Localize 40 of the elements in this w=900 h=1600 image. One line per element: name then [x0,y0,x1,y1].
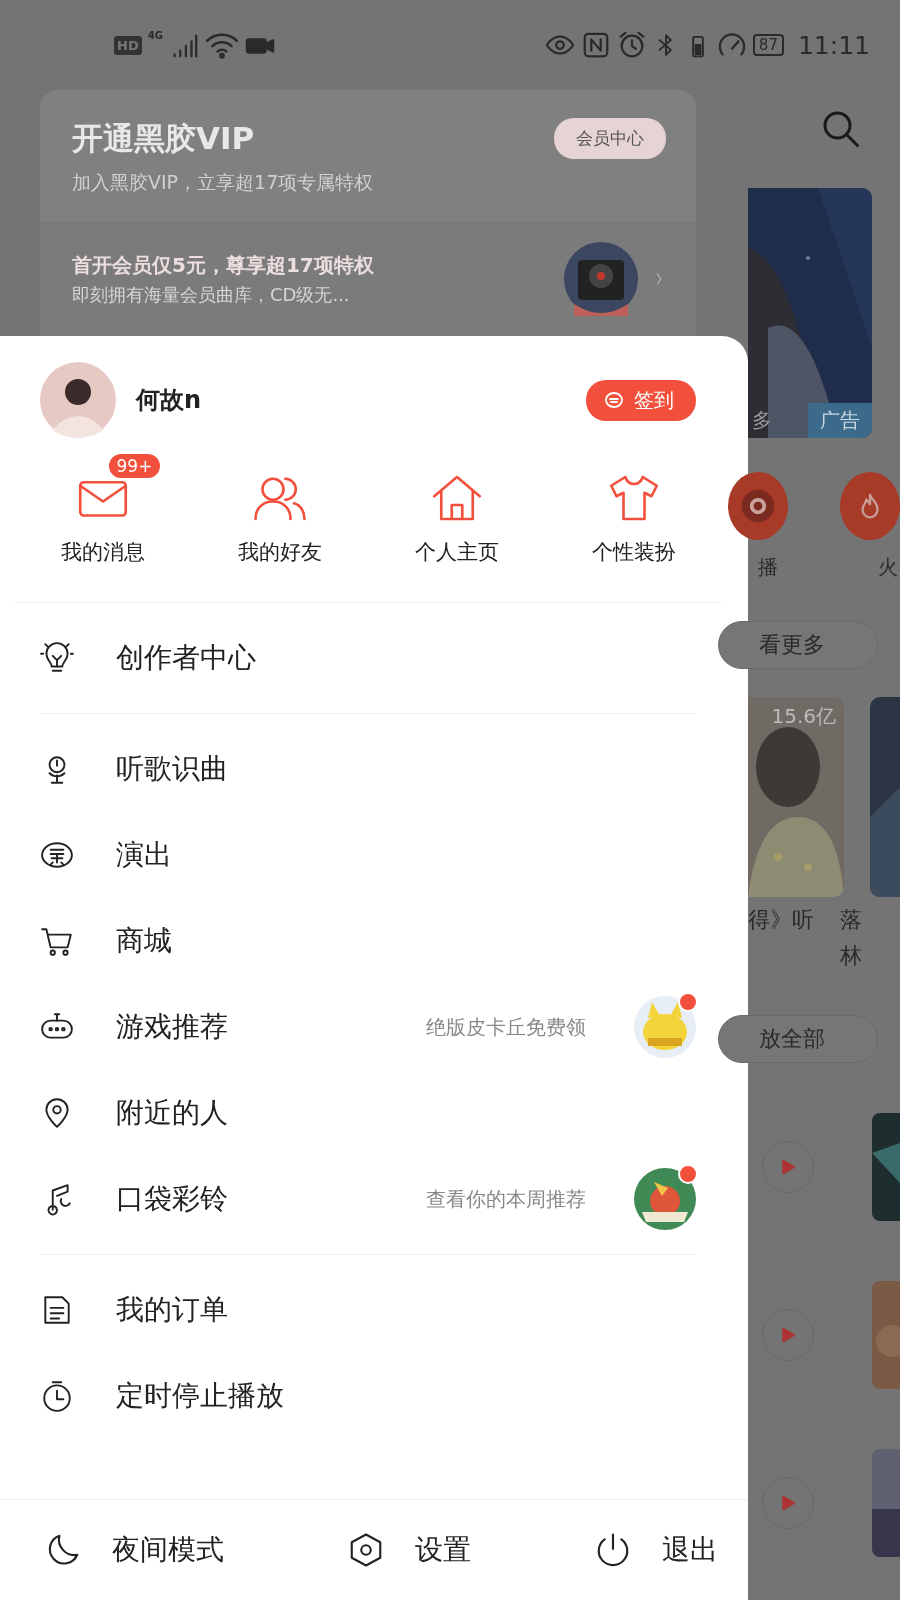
notification-dot [678,992,698,1012]
menu-item[interactable]: 附近的人 [116,1094,696,1132]
promo-text: 即刻拥有海量会员曲库，CD级无... [72,282,351,307]
menu-item[interactable]: 演出 [116,836,696,874]
quick-action[interactable]: 我的消息 99+ [44,452,161,566]
timer-icon [40,1379,74,1413]
count-badge: 99+ [106,452,163,480]
clock: 11:11 [797,30,870,60]
menu-item[interactable]: 商城 [116,922,696,960]
footer-action[interactable]: 夜间模式 [112,1531,224,1569]
menu-item[interactable]: 口袋彩铃 [116,1180,384,1218]
hd-indicator: HD [114,35,142,55]
battery-level: 87 [752,34,784,56]
footer-action[interactable]: 设置 [415,1531,471,1569]
footer-action[interactable]: 退出 [662,1531,718,1569]
vip-card[interactable]: 开通黑胶VIP 加入黑胶VIP，立享超17项专属特权 会员中心 首开会员仅5元，尊享超17项特权 即刻拥有海量会员曲库，CD级无... [40,90,696,336]
coin-icon [604,390,624,410]
promo-title: 首开会员仅5元，尊享超17项特权 [72,251,375,279]
vip-subtitle: 加入黑胶VIP，立享超17项专属特权 [72,170,374,195]
menu-item[interactable]: 创作者中心 [116,639,696,677]
promo-hint: 绝版皮卡丘免费领 [426,1013,586,1041]
menu-item[interactable]: 游戏推荐 [116,1008,384,1046]
banner-caption: 多 [752,407,772,434]
user-name[interactable]: 何故n [136,384,566,416]
member-center-button[interactable]: 会员中心 [554,118,666,159]
quick-action[interactable]: 个人主页 [398,452,515,566]
quick-action[interactable]: 个性装扮 [575,452,692,566]
play-count: 15.6亿 [771,703,836,730]
check-in-button[interactable]: 签到 [586,379,696,421]
promo-hint: 查看你的本周推荐 [426,1185,586,1213]
quick-action[interactable]: 我的好友 [221,452,338,566]
vip-title: 开通黑胶VIP [72,119,256,158]
ad-tag: 广告 [808,403,872,438]
notification-dot [678,1164,698,1184]
menu-item[interactable]: 定时停止播放 [116,1377,696,1415]
network-type: 4G [147,30,163,41]
lightbulb-icon [40,641,74,675]
menu-item[interactable]: 听歌识曲 [116,750,696,788]
menu-item[interactable]: 我的订单 [116,1291,696,1329]
avatar[interactable] [40,362,116,438]
